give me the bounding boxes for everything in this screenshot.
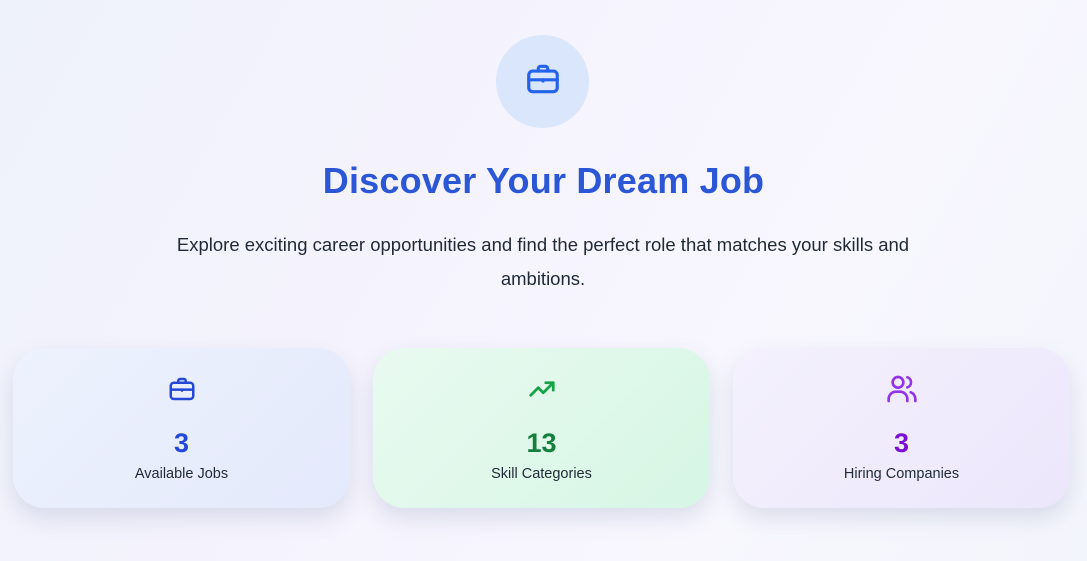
briefcase-icon	[165, 372, 199, 406]
stat-value: 3	[173, 428, 190, 458]
hero-icon-badge	[496, 35, 589, 128]
stat-value: 3	[893, 428, 910, 458]
stat-label: Available Jobs	[134, 466, 229, 482]
stat-label: Skill Categories	[491, 466, 592, 482]
trending-up-icon	[525, 372, 559, 406]
briefcase-icon	[524, 60, 562, 103]
stat-card-available-jobs: 3 Available Jobs	[13, 348, 350, 508]
stat-card-skill-categories: 13 Skill Categories	[373, 348, 710, 508]
page-title: Discover Your Dream Job	[322, 160, 765, 201]
stat-label: Hiring Companies	[843, 466, 960, 482]
stat-value: 13	[526, 428, 557, 458]
stat-card-hiring-companies: 3 Hiring Companies	[733, 348, 1070, 508]
users-icon	[885, 372, 919, 406]
page-subtitle: Explore exciting career opportunities an…	[176, 234, 910, 289]
